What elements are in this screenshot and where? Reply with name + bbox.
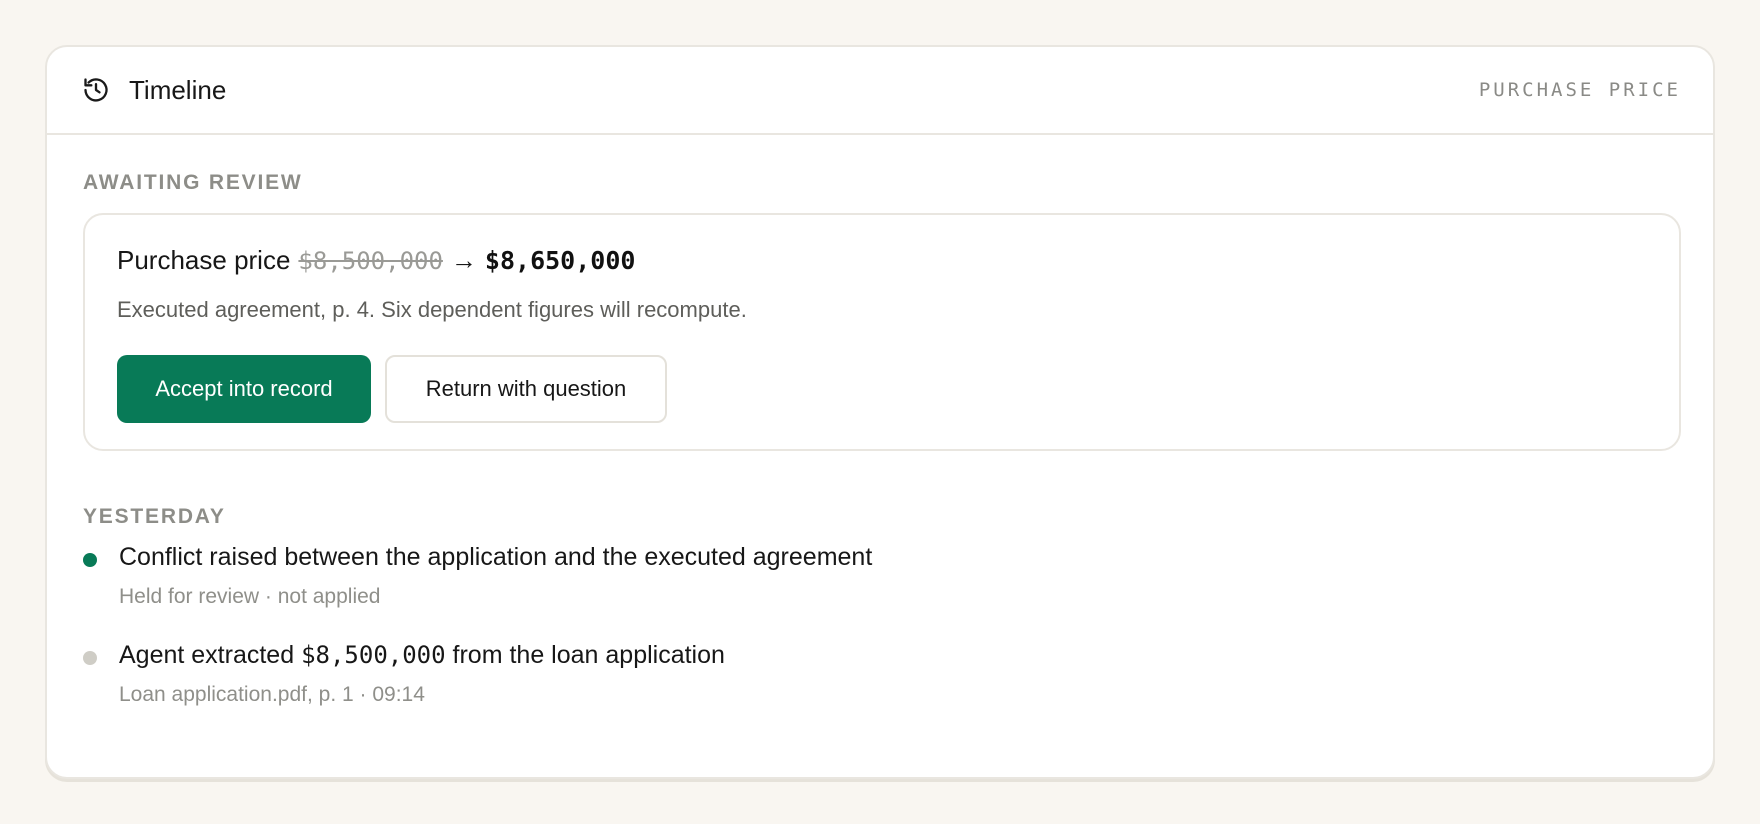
history-icon <box>81 75 111 105</box>
event-title-suffix: from the loan application <box>452 641 725 669</box>
field-tag: PURCHASE PRICE <box>1478 79 1681 101</box>
new-value: $8,650,000 <box>484 246 636 275</box>
card-title: Timeline <box>129 74 227 105</box>
event-subtitle: Loan application.pdf, p. 1 · 09:14 <box>119 683 425 706</box>
change-summary: Purchase price $8,500,000 → $8,650,000 <box>117 245 635 276</box>
pending-change-card: Purchase price $8,500,000 → $8,650,000 E… <box>83 213 1681 451</box>
status-dot-icon <box>83 651 97 665</box>
change-note: Executed agreement, p. 4. Six dependent … <box>117 297 747 322</box>
change-field-label: Purchase price <box>117 245 291 275</box>
event-title: Agent extracted $8,500,000 from the loan… <box>119 641 725 670</box>
event-subtitle: Held for review · not applied <box>119 585 381 608</box>
event-title-value: $8,500,000 <box>301 641 446 669</box>
arrow-right-icon: → <box>450 245 477 275</box>
timeline-card: Timeline PURCHASE PRICE AWAITING REVIEW … <box>45 45 1715 779</box>
accept-into-record-button[interactable]: Accept into record <box>117 355 371 423</box>
event-title: Conflict raised between the application … <box>119 543 873 571</box>
status-dot-icon <box>83 553 97 567</box>
section-label-awaiting-review: AWAITING REVIEW <box>83 171 303 194</box>
section-label-yesterday: YESTERDAY <box>83 505 226 528</box>
return-with-question-button[interactable]: Return with question <box>385 355 667 423</box>
old-value: $8,500,000 <box>298 247 443 275</box>
event-title-prefix: Agent extracted <box>119 641 295 669</box>
card-header: Timeline PURCHASE PRICE <box>47 47 1713 135</box>
